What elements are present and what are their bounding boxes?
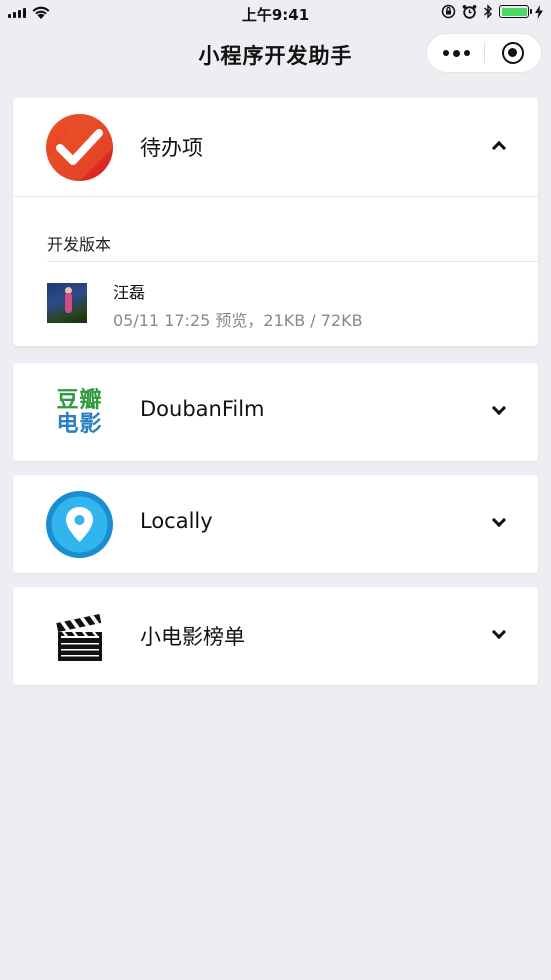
charging-bolt-icon (535, 4, 543, 19)
battery-icon (499, 5, 532, 18)
version-author: 汪磊 (113, 283, 146, 302)
clapperboard-icon (56, 614, 102, 661)
app-card-doubanfilm: 豆瓣 电影 DoubanFilm (13, 363, 538, 461)
mini-program-capsule (426, 33, 542, 73)
app-card-details: 开发版本 汪磊 05/11 17:25 预览，21KB / 72KB (13, 196, 538, 346)
douban-icon-text-top: 豆瓣 (56, 387, 103, 413)
app-card-header[interactable]: 豆瓣 电影 DoubanFilm (13, 363, 538, 461)
chevron-down-icon[interactable] (491, 624, 507, 640)
app-name: 小电影榜单 (140, 625, 245, 649)
chevron-down-icon[interactable] (491, 400, 507, 416)
douban-film-icon: 豆瓣 电影 (46, 379, 113, 446)
alarm-icon (462, 5, 477, 19)
version-row[interactable]: 汪磊 05/11 17:25 预览，21KB / 72KB (13, 262, 538, 346)
section-title-dev-version: 开发版本 (47, 235, 112, 254)
more-options-button[interactable] (427, 34, 485, 72)
app-card-header[interactable]: 小电影榜单 (13, 587, 538, 685)
app-card-todo: 待办项 开发版本 汪磊 05/11 17:25 预览，21KB / 72KB (13, 98, 538, 346)
app-name: 待办项 (140, 136, 203, 160)
status-bar: 上午9:41 (0, 0, 551, 28)
more-dots-icon (442, 50, 449, 56)
chevron-down-icon[interactable] (491, 512, 507, 528)
app-card-header[interactable]: 待办项 (13, 98, 538, 196)
rotation-lock-icon (441, 4, 456, 19)
status-icons (441, 4, 543, 19)
todo-check-icon (46, 114, 113, 181)
version-meta: 05/11 17:25 预览，21KB / 72KB (113, 311, 363, 330)
avatar (47, 283, 87, 323)
app-name: Locally (140, 509, 213, 533)
douban-icon-text-bottom: 电影 (56, 411, 103, 437)
location-pin-icon (46, 491, 113, 558)
capsule-divider (484, 43, 485, 63)
app-card-locally: Locally (13, 475, 538, 573)
app-name: DoubanFilm (140, 397, 265, 421)
app-card-header[interactable]: Locally (13, 475, 538, 573)
bluetooth-icon (484, 4, 493, 19)
chevron-up-icon[interactable] (491, 140, 507, 156)
close-mini-program-button[interactable] (502, 42, 524, 64)
app-card-movie-ranking: 小电影榜单 (13, 587, 538, 685)
